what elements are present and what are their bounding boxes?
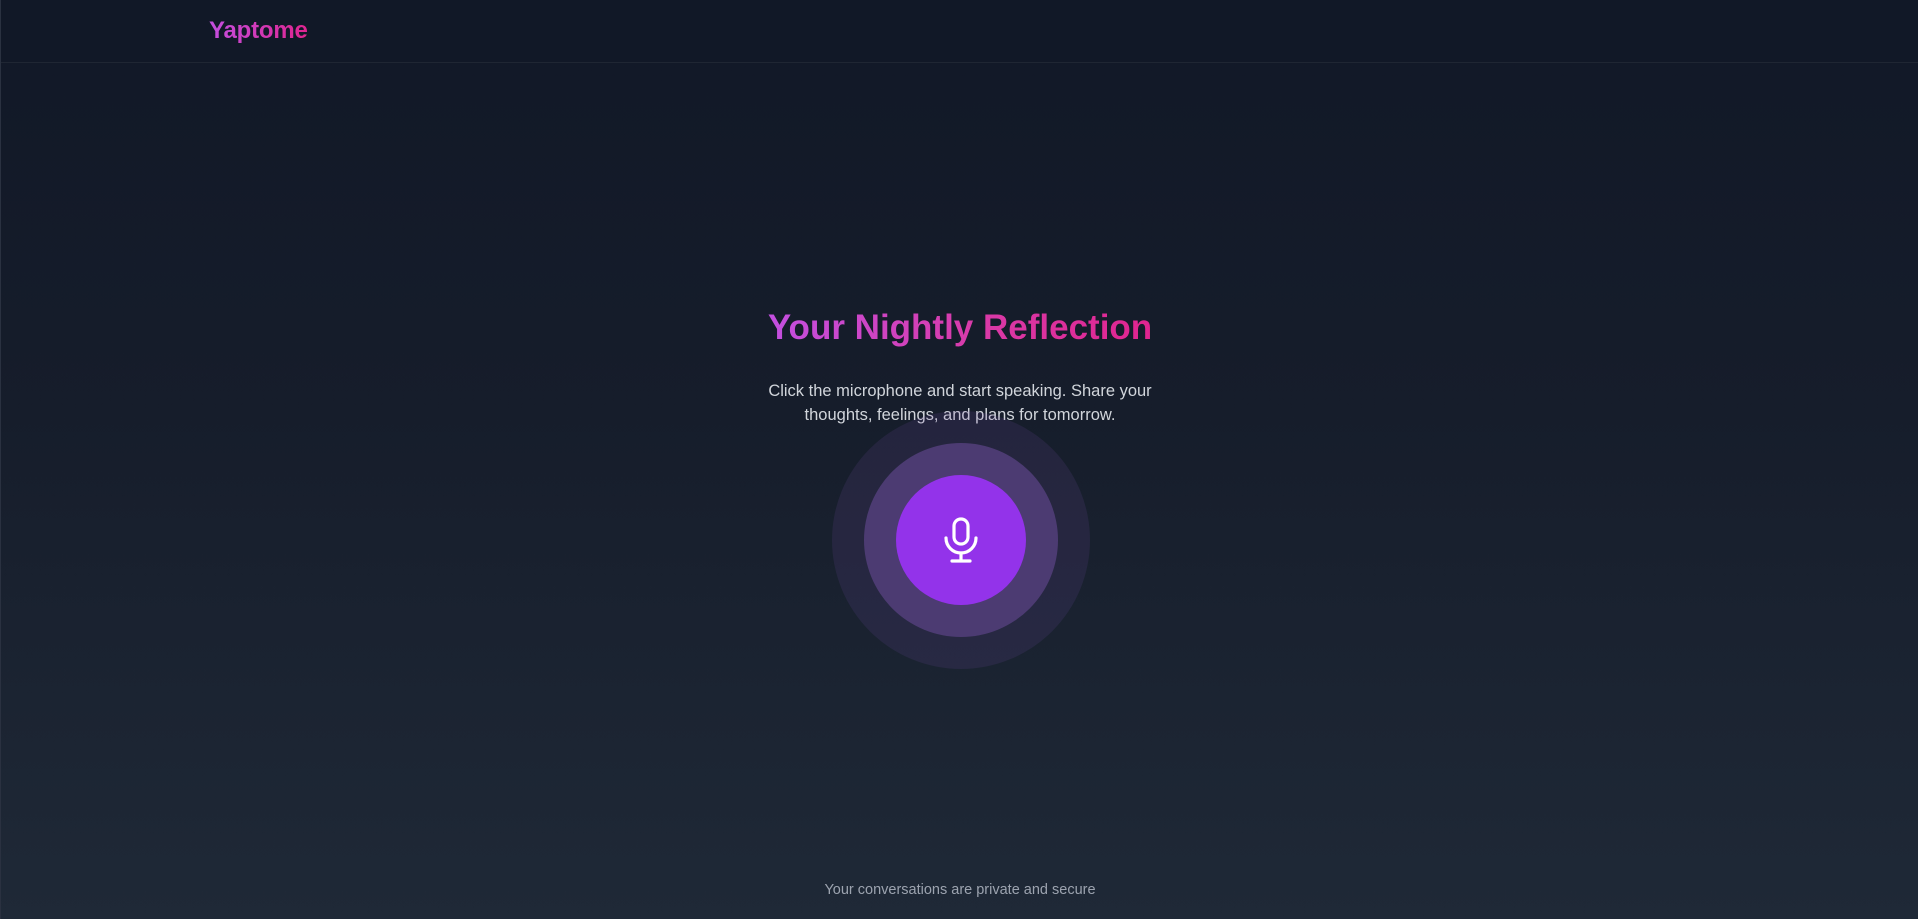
hero-section: Your Nightly Reflection	[1, 305, 1918, 351]
page-title: Your Nightly Reflection	[768, 305, 1152, 351]
privacy-footer: Your conversations are private and secur…	[824, 882, 1096, 898]
mic-outer-glow	[832, 411, 1090, 669]
microphone-icon	[944, 517, 978, 563]
brand-logo[interactable]: Yaptome	[209, 17, 308, 45]
microphone-record-button[interactable]	[896, 475, 1026, 605]
top-navigation-bar: Yaptome	[1, 0, 1918, 63]
